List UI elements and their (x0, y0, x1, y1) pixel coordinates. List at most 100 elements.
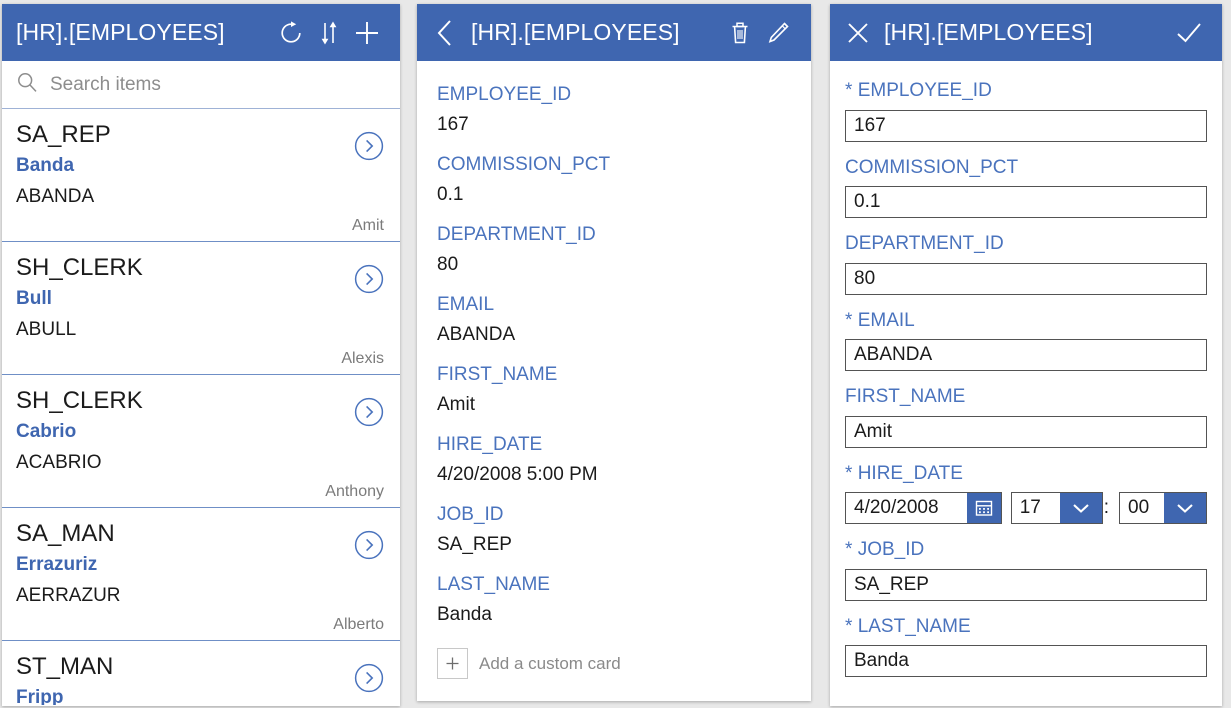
date-input-wrapper[interactable]: 4/20/2008 (845, 492, 1002, 525)
field-label: COMMISSION_PCT (437, 154, 611, 176)
field-value: ABANDA (437, 323, 516, 345)
form-field-first-name: FIRST_NAME Amit (845, 383, 1207, 448)
commission-pct-input[interactable]: 0.1 (845, 186, 1207, 219)
hire-date-picker: 4/20/2008 17: 00 (845, 492, 1207, 525)
list-item-job: SA_MAN (16, 520, 115, 547)
list-panel: [HR].[EMPLOYEES] Search items SA_REP Ban… (2, 4, 400, 706)
check-icon[interactable] (1170, 14, 1208, 52)
field-label: COMMISSION_PCT (845, 156, 1019, 178)
field-label-text: EMAIL (857, 309, 915, 331)
email-input[interactable]: ABANDA (845, 339, 1207, 372)
required-marker: * (845, 615, 853, 637)
list-item-first-name: Alexis (341, 350, 384, 367)
field-label: * HIRE_DATE (845, 460, 1207, 488)
employee-id-input[interactable]: 167 (845, 109, 1207, 142)
required-marker: * (845, 309, 853, 331)
list-item-job: SA_REP (16, 121, 111, 148)
time-separator: : (1103, 497, 1109, 519)
list-item-email: ABANDA (16, 185, 95, 207)
plus-icon[interactable] (437, 648, 468, 680)
calendar-icon[interactable] (966, 493, 1001, 524)
chevron-down-icon[interactable] (1164, 493, 1206, 524)
list-panel-header: [HR].[EMPLOYEES] (2, 4, 400, 61)
list-item[interactable]: SH_CLERK Bull ABULL Alexis (2, 242, 400, 375)
list-item-last-name: Banda (16, 155, 75, 177)
minute-select[interactable]: 00 (1119, 492, 1207, 525)
list-item-job: SH_CLERK (16, 387, 143, 414)
list-item-last-name: Fripp (16, 687, 64, 705)
form-field-department-id: DEPARTMENT_ID 80 (845, 230, 1207, 295)
chevron-right-icon[interactable] (354, 397, 384, 427)
add-custom-card-label: Add a custom card (479, 653, 621, 673)
required-marker: * (845, 80, 853, 101)
list-item-email: ABULL (16, 318, 77, 340)
field-label-text: JOB_ID (857, 539, 925, 561)
chevron-right-icon[interactable] (354, 264, 384, 294)
field-value: Amit (437, 393, 475, 415)
search-icon (16, 71, 38, 98)
list-item[interactable]: SH_CLERK Cabrio ACABRIO Anthony (2, 375, 400, 508)
refresh-icon[interactable] (272, 14, 310, 52)
form-field-hire-date: * HIRE_DATE 4/20/2008 17: 00 (845, 460, 1207, 525)
app-root: [HR].[EMPLOYEES] Search items SA_REP Ban… (0, 0, 1231, 708)
sort-icon[interactable] (310, 14, 348, 52)
field-value: 80 (437, 253, 459, 275)
detail-panel: [HR].[EMPLOYEES] EMPLOYEE_ID 167 COMMISS… (417, 4, 811, 701)
detail-panel-header: [HR].[EMPLOYEES] (417, 4, 811, 61)
field-label: * LAST_NAME (845, 613, 1207, 641)
employee-list[interactable]: SA_REP Banda ABANDA Amit SH_CLERK Bull A… (2, 109, 400, 705)
field-label-text: HIRE_DATE (857, 462, 963, 484)
list-item-job: SH_CLERK (16, 254, 143, 281)
field-label: EMAIL (437, 294, 495, 316)
list-item-last-name: Bull (16, 288, 52, 310)
field-value: SA_REP (437, 533, 512, 555)
chevron-right-icon[interactable] (354, 530, 384, 560)
form-field-last-name: * LAST_NAME Banda (845, 613, 1207, 678)
field-label: * EMPLOYEE_ID (845, 77, 1207, 105)
field-label-text: EMPLOYEE_ID (857, 80, 992, 101)
last-name-input[interactable]: Banda (845, 645, 1207, 678)
chevron-right-icon[interactable] (354, 131, 384, 161)
form-field-employee-id: * EMPLOYEE_ID 167 (845, 77, 1207, 142)
minute-value: 00 (1128, 497, 1150, 519)
field-label: DEPARTMENT_ID (845, 233, 1004, 255)
field-label: HIRE_DATE (437, 434, 543, 456)
plus-icon[interactable] (348, 14, 386, 52)
pencil-icon[interactable] (759, 14, 797, 52)
search-input[interactable]: Search items (2, 61, 400, 109)
department-id-input[interactable]: 80 (845, 262, 1207, 295)
field-label: DEPARTMENT_ID (437, 224, 596, 246)
hour-select[interactable]: 17 (1010, 492, 1103, 525)
chevron-left-icon[interactable] (431, 16, 459, 50)
list-item-email: ACABRIO (16, 451, 102, 473)
close-icon[interactable] (844, 16, 872, 50)
search-placeholder: Search items (50, 73, 161, 95)
required-marker: * (845, 462, 853, 484)
list-panel-title: [HR].[EMPLOYEES] (16, 19, 225, 45)
list-item[interactable]: SA_REP Banda ABANDA Amit (2, 109, 400, 242)
list-item-last-name: Errazuriz (16, 554, 98, 576)
first-name-input[interactable]: Amit (845, 415, 1207, 448)
detail-panel-title: [HR].[EMPLOYEES] (471, 19, 680, 45)
date-input[interactable]: 4/20/2008 (854, 497, 967, 519)
chevron-right-icon[interactable] (354, 663, 384, 693)
field-label: LAST_NAME (437, 574, 550, 596)
field-label: JOB_ID (437, 504, 504, 526)
field-value: 4/20/2008 5:00 PM (437, 463, 598, 485)
required-marker: * (845, 539, 853, 561)
field-value: 0.1 (437, 183, 464, 205)
trash-icon[interactable] (721, 14, 759, 52)
field-value: 167 (437, 113, 469, 135)
field-label-text: LAST_NAME (857, 615, 971, 637)
list-item[interactable]: ST_MAN Fripp (2, 641, 400, 705)
list-item-first-name: Anthony (325, 483, 384, 500)
list-item-job: ST_MAN (16, 653, 114, 680)
list-item[interactable]: SA_MAN Errazuriz AERRAZUR Alberto (2, 508, 400, 641)
edit-panel-title: [HR].[EMPLOYEES] (884, 19, 1093, 45)
chevron-down-icon[interactable] (1059, 493, 1102, 524)
hour-value: 17 (1019, 497, 1041, 519)
form-field-email: * EMAIL ABANDA (845, 307, 1207, 372)
job-id-input[interactable]: SA_REP (845, 568, 1207, 601)
add-custom-card-row[interactable]: Add a custom card (437, 648, 791, 680)
field-label: FIRST_NAME (437, 364, 558, 386)
